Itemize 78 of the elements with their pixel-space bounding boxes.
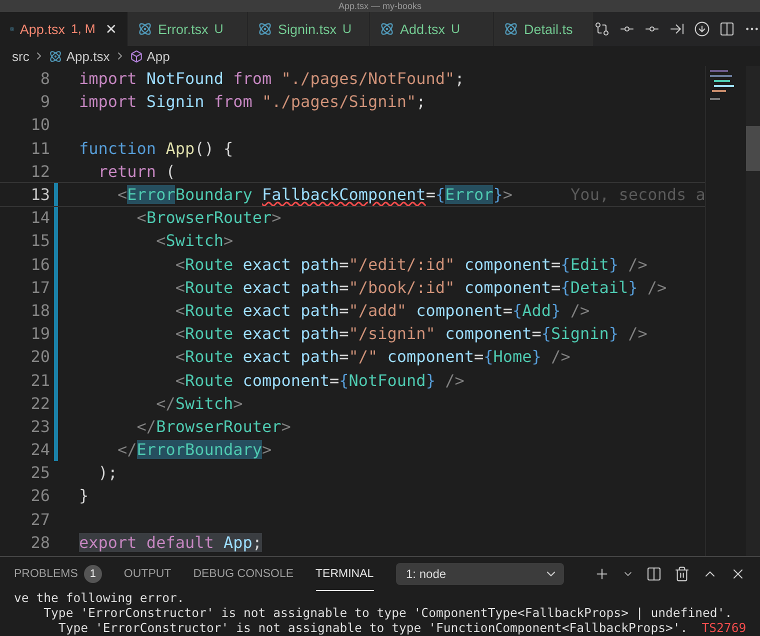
code-line: import NotFound from "./pages/NotFound";	[79, 69, 464, 88]
terminal-line: Type 'ErrorConstructor' is not assignable to type 'ComponentType<FallbackProps> | undefined'.	[42, 606, 732, 620]
code-line: function App() {	[79, 138, 234, 158]
split-terminal-icon[interactable]	[646, 566, 662, 582]
code-line: <Route exact path="/" component={Home} />	[174, 347, 570, 366]
line-number: 17	[30, 278, 50, 297]
line-number: 18	[30, 300, 50, 320]
panel-tab[interactable]: PROBLEMS 1	[14, 557, 102, 591]
line-number: 28	[30, 532, 50, 552]
tab-label: Error.tsx	[158, 22, 208, 36]
tab-label: App.tsx	[20, 22, 65, 36]
code-line: </Switch>	[155, 394, 243, 413]
editor-tab[interactable]: Add.tsx U	[370, 12, 494, 46]
cube-icon	[130, 50, 143, 62]
code-line: <Switch>	[155, 231, 234, 250]
line-number: 11	[30, 138, 50, 158]
problem-count: 1	[84, 564, 102, 582]
code-line: }	[79, 486, 89, 506]
panel-tab[interactable]: OUTPUT	[124, 557, 172, 591]
code-line: <ErrorBoundary FallbackComponent={Error}>	[116, 185, 513, 204]
scrollbar-thumb[interactable]	[746, 126, 760, 171]
close-button[interactable]: ✕	[105, 20, 117, 38]
editor-tab[interactable]: Signin.tsx U	[248, 12, 370, 46]
terminal-line: Type 'ErrorConstructor' is not assignable to type 'FunctionComponent<FallbackProps>'.	[57, 621, 688, 635]
code-line: </ErrorBoundary>	[116, 440, 272, 460]
line-number: 22	[30, 394, 50, 413]
panel-tab[interactable]: DEBUG CONSOLE	[193, 557, 294, 591]
code-line: <Route exact path="/signin" component={Signin} />	[174, 324, 648, 344]
code-line: <Route exact path="/book/:id" component={Detail} />	[174, 278, 667, 297]
line-number: 21	[30, 370, 50, 390]
code-line: <Route exact path="/edit/:id" component={Edit} />	[174, 254, 648, 274]
plus-icon[interactable]	[594, 566, 610, 582]
line-number: 19	[30, 324, 50, 344]
line-number: 9	[39, 92, 50, 112]
window-title: App.tsx — my-books	[338, 1, 422, 12]
line-number: 24	[30, 440, 50, 460]
breadcrumb-item[interactable]: src	[12, 48, 30, 64]
editor-tab[interactable]: Error.tsx U	[128, 12, 248, 46]
line-number: 16	[30, 254, 50, 274]
terminal-select[interactable]: 1: node	[396, 563, 564, 585]
code-line: <Route component={NotFound} />	[174, 370, 464, 390]
status-label: U	[451, 22, 460, 36]
compare-icon[interactable]	[594, 21, 610, 37]
terminal-line: ve the following error.	[14, 591, 184, 605]
status-label: U	[342, 22, 352, 36]
code-line: </BrowserRouter>	[136, 416, 291, 436]
blame-annotation: You, seconds a	[570, 185, 706, 204]
line-number: 12	[30, 162, 50, 181]
tab-label: Add.tsx	[400, 22, 446, 36]
arrow-icon[interactable]	[669, 21, 685, 37]
line-number: 8	[39, 69, 50, 88]
line-number: 23	[30, 416, 50, 436]
trash-icon[interactable]	[674, 566, 690, 582]
code-line: return (	[97, 162, 176, 181]
error-code: TS2769	[702, 621, 746, 635]
code-line: <BrowserRouter>	[136, 208, 282, 228]
status-label: 1, M	[70, 22, 96, 36]
line-number: 15	[30, 231, 50, 250]
code-line: );	[97, 463, 118, 482]
split-editor-icon[interactable]	[719, 21, 735, 37]
line-number: 13	[30, 185, 50, 204]
line-number: 25	[30, 463, 50, 482]
editor-tab[interactable]: App.tsx 1, M ✕	[0, 12, 128, 46]
status-label: U	[214, 22, 224, 36]
panel-tab[interactable]: TERMINAL	[316, 557, 374, 591]
tab-label: Signin.tsx	[278, 22, 337, 36]
editor-tab[interactable]: Detail.ts	[494, 12, 594, 46]
code-line: export default App;	[79, 532, 262, 552]
line-number: 20	[30, 347, 50, 366]
tab-label: Detail.ts	[524, 22, 573, 36]
line-number: 26	[30, 486, 50, 506]
line-number: 14	[30, 208, 50, 228]
line-number: 10	[30, 115, 50, 134]
breadcrumb-item[interactable]: App	[146, 48, 170, 64]
breadcrumb-item[interactable]: App.tsx	[66, 48, 110, 64]
code-line: import Signin from "./pages/Signin";	[79, 92, 426, 112]
line-number: 27	[30, 510, 50, 529]
code-line: <Route exact path="/add" component={Add} />	[174, 300, 590, 320]
